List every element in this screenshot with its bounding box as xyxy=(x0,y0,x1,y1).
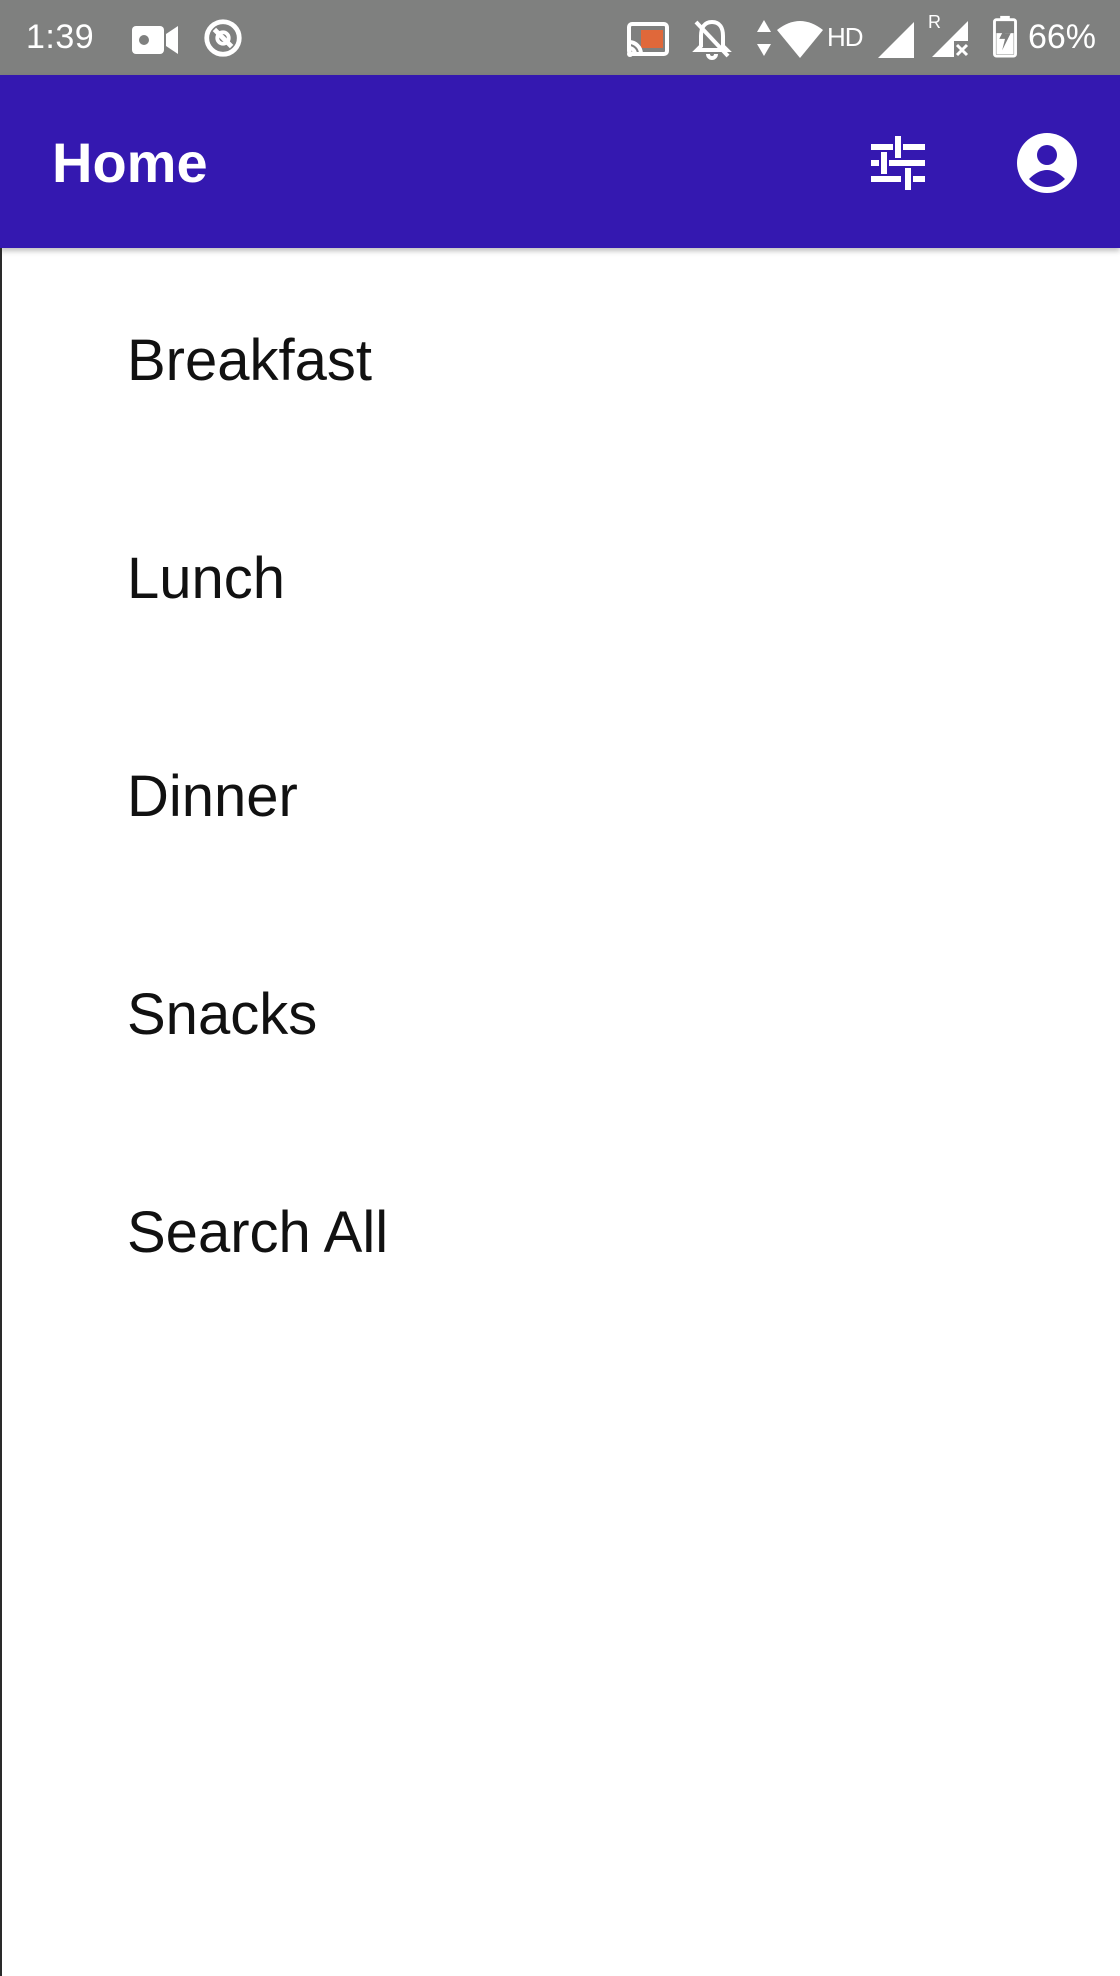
video-camera-icon xyxy=(132,26,178,54)
network-type-label: HD xyxy=(827,22,864,52)
menu-item-lunch[interactable]: Lunch xyxy=(0,466,1120,684)
menu-item-breakfast[interactable]: Breakfast xyxy=(0,248,1120,466)
menu-item-label: Lunch xyxy=(127,546,286,611)
page-title: Home xyxy=(52,131,208,194)
filter-sliders-icon xyxy=(871,136,925,190)
menu-item-label: Snacks xyxy=(127,982,318,1047)
menu-item-search-all[interactable]: Search All xyxy=(0,1120,1120,1338)
signal-icon xyxy=(878,22,914,58)
menu-item-label: Dinner xyxy=(127,764,298,829)
sync-off-icon xyxy=(204,19,242,57)
notifications-off-icon xyxy=(692,19,732,60)
app-bar: Home xyxy=(0,75,1120,248)
data-arrows-icon xyxy=(757,20,771,56)
status-bar: 1:39 HD R 66% xyxy=(0,0,1120,75)
menu-item-label: Breakfast xyxy=(127,328,372,393)
signal-roaming-icon xyxy=(932,21,972,59)
menu-item-dinner[interactable]: Dinner xyxy=(0,684,1120,902)
account-circle-icon xyxy=(1017,133,1077,193)
account-button[interactable] xyxy=(1007,123,1087,203)
cast-icon xyxy=(627,22,669,57)
status-time: 1:39 xyxy=(26,18,95,56)
filter-button[interactable] xyxy=(858,123,938,203)
battery-charging-icon xyxy=(993,15,1017,58)
menu-item-snacks[interactable]: Snacks xyxy=(0,902,1120,1120)
menu-item-label: Search All xyxy=(127,1200,389,1265)
wifi-icon xyxy=(777,21,823,58)
battery-percentage: 66% xyxy=(1027,18,1096,56)
